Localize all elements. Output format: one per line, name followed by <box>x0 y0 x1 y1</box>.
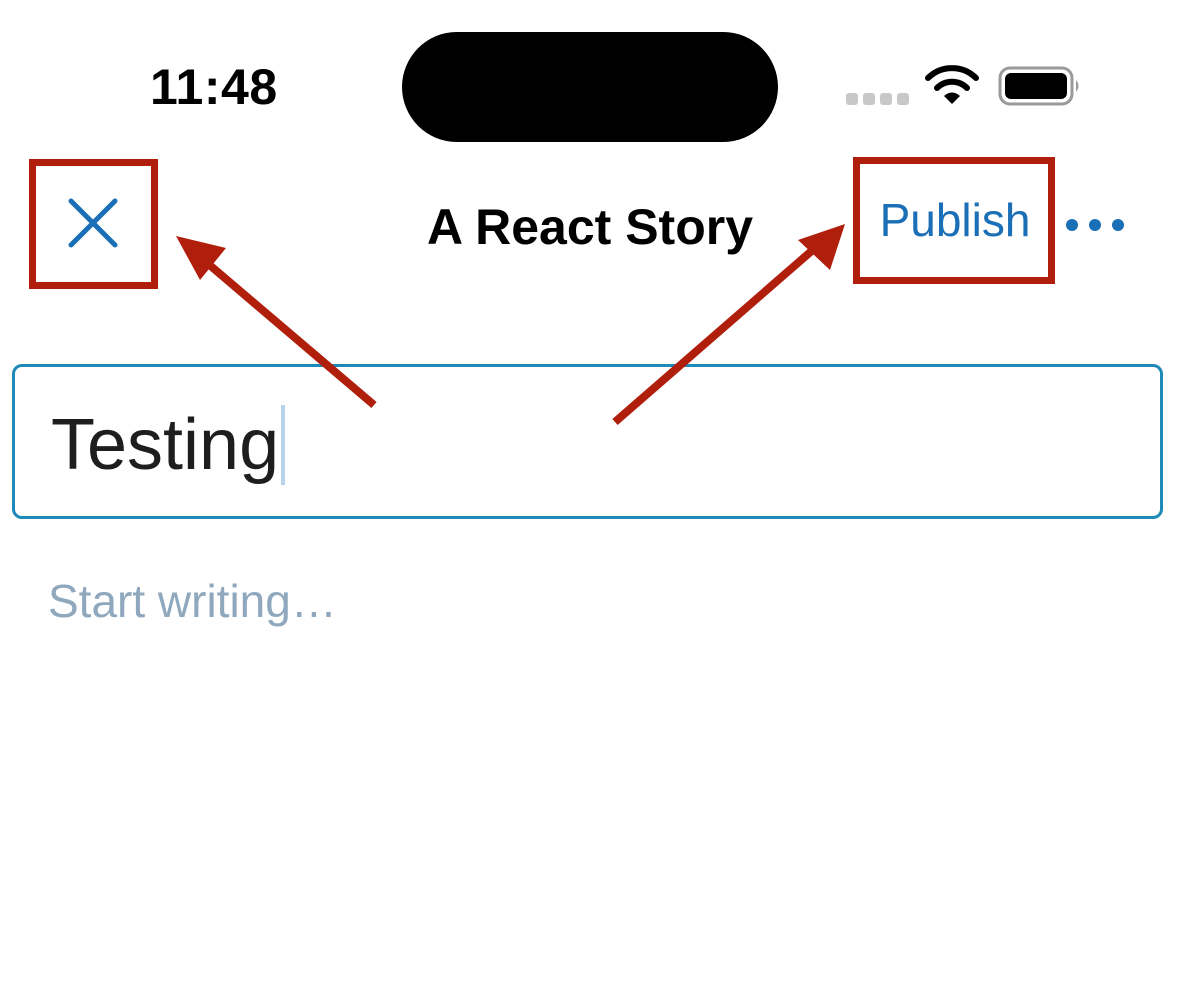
editor-screen: 11:48 A React Story Publish Testing Star… <box>0 0 1179 1000</box>
post-title-value-wrapper: Testing <box>51 405 286 485</box>
status-time: 11:48 <box>150 59 278 115</box>
publish-highlight-box <box>853 157 1055 284</box>
battery-icon <box>998 66 1082 111</box>
arrow-to-close-head <box>176 236 226 280</box>
page-title: A React Story <box>426 199 754 255</box>
dynamic-island <box>402 32 778 142</box>
cellular-signal-icon <box>846 93 909 105</box>
post-title-value: Testing <box>51 405 280 485</box>
wifi-icon <box>924 64 980 111</box>
post-body-input[interactable]: Start writing… <box>48 574 337 628</box>
text-caret <box>281 405 286 485</box>
post-title-input[interactable]: Testing <box>12 364 1163 519</box>
more-options-button[interactable] <box>1060 200 1130 250</box>
more-horizontal-icon <box>1066 219 1124 231</box>
close-highlight-box <box>29 159 158 289</box>
arrow-to-publish-head <box>798 224 845 270</box>
